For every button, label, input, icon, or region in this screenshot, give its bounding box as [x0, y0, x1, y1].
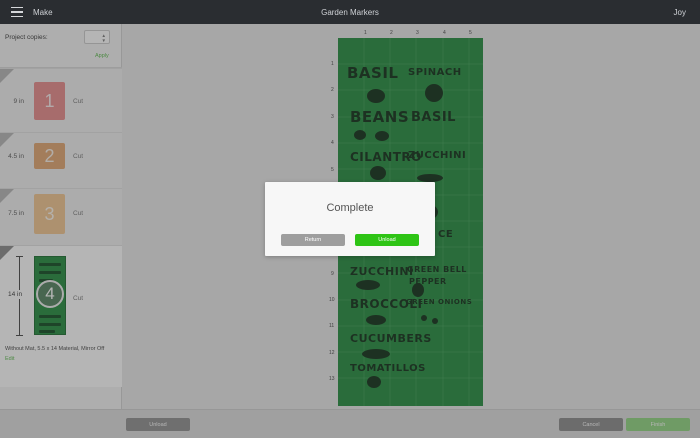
dialog-unload-button[interactable]: Unload	[355, 234, 419, 246]
top-bar: Make Garden Markers Joy	[0, 0, 700, 24]
user-menu[interactable]: Joy	[674, 8, 686, 17]
project-title: Garden Markers	[321, 8, 379, 17]
dialog-title: Complete	[326, 202, 374, 214]
return-button[interactable]: Return	[281, 234, 345, 246]
complete-dialog: Complete Return Unload	[265, 182, 435, 256]
